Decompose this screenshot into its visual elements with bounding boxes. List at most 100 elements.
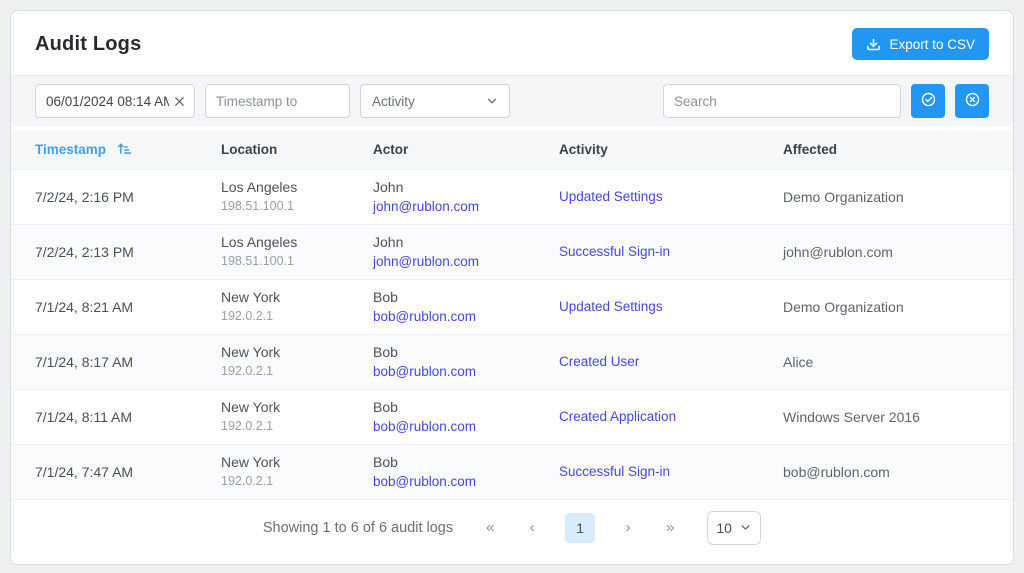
filter-bar: Activity bbox=[11, 75, 1013, 126]
timestamp-cell: 7/2/24, 2:16 PM bbox=[11, 169, 221, 224]
timestamp-cell: 7/1/24, 8:17 AM bbox=[11, 334, 221, 389]
page-title: Audit Logs bbox=[35, 33, 141, 56]
affected-cell: Alice bbox=[783, 334, 1013, 389]
export-csv-label: Export to CSV bbox=[889, 37, 975, 52]
activity-cell: Created User bbox=[559, 334, 783, 389]
check-circle-icon bbox=[920, 91, 937, 111]
timestamp-cell: 7/1/24, 8:11 AM bbox=[11, 389, 221, 444]
timestamp-from-input[interactable] bbox=[46, 94, 169, 109]
column-header-activity: Activity bbox=[559, 131, 783, 169]
activity-cell: Updated Settings bbox=[559, 279, 783, 334]
next-page-button[interactable]: › bbox=[619, 519, 637, 536]
activity-cell: Successful Sign-in bbox=[559, 444, 783, 499]
activity-select-value: Activity bbox=[372, 94, 415, 109]
affected-cell: Demo Organization bbox=[783, 169, 1013, 224]
actor-name: John bbox=[373, 234, 559, 251]
pagination-footer: Showing 1 to 6 of 6 audit logs « ‹ 1 › »… bbox=[11, 500, 1013, 565]
prev-page-button[interactable]: ‹ bbox=[523, 519, 541, 536]
affected-cell: Demo Organization bbox=[783, 279, 1013, 334]
apply-filters-button[interactable] bbox=[911, 84, 945, 118]
table-body: 7/2/24, 2:16 PM Los Angeles 198.51.100.1… bbox=[11, 169, 1013, 499]
location-city: New York bbox=[221, 399, 373, 416]
clear-filters-button[interactable] bbox=[955, 84, 989, 118]
timestamp-cell: 7/1/24, 8:21 AM bbox=[11, 279, 221, 334]
actor-name: Bob bbox=[373, 399, 559, 416]
location-ip: 198.51.100.1 bbox=[221, 254, 373, 269]
activity-cell: Successful Sign-in bbox=[559, 224, 783, 279]
search-input[interactable] bbox=[663, 84, 901, 118]
actor-email-link[interactable]: bob@rublon.com bbox=[373, 474, 476, 489]
actor-cell: John john@rublon.com bbox=[373, 224, 559, 279]
activity-select[interactable]: Activity bbox=[360, 84, 510, 118]
location-cell: New York 192.0.2.1 bbox=[221, 389, 373, 444]
actor-cell: Bob bob@rublon.com bbox=[373, 389, 559, 444]
page-size-value: 10 bbox=[716, 520, 732, 536]
column-header-timestamp[interactable]: Timestamp bbox=[11, 131, 221, 169]
actor-name: Bob bbox=[373, 289, 559, 306]
pagination-summary: Showing 1 to 6 of 6 audit logs bbox=[263, 520, 453, 536]
location-ip: 192.0.2.1 bbox=[221, 419, 373, 434]
activity-link[interactable]: Updated Settings bbox=[559, 299, 663, 314]
activity-cell: Created Application bbox=[559, 389, 783, 444]
actor-name: Bob bbox=[373, 344, 559, 361]
location-cell: Los Angeles 198.51.100.1 bbox=[221, 169, 373, 224]
table-row: 7/2/24, 2:13 PM Los Angeles 198.51.100.1… bbox=[11, 224, 1013, 279]
column-header-actor: Actor bbox=[373, 131, 559, 169]
activity-link[interactable]: Successful Sign-in bbox=[559, 244, 670, 259]
location-cell: New York 192.0.2.1 bbox=[221, 334, 373, 389]
table-row: 7/1/24, 8:17 AM New York 192.0.2.1 Bob b… bbox=[11, 334, 1013, 389]
actor-email-link[interactable]: john@rublon.com bbox=[373, 199, 479, 214]
actor-cell: Bob bob@rublon.com bbox=[373, 334, 559, 389]
table-header-row: Timestamp Location Actor Activity Affect… bbox=[11, 131, 1013, 169]
current-page-button[interactable]: 1 bbox=[565, 513, 595, 543]
first-page-button[interactable]: « bbox=[481, 519, 499, 536]
x-circle-icon bbox=[964, 91, 981, 111]
activity-link[interactable]: Updated Settings bbox=[559, 189, 663, 204]
timestamp-from-field bbox=[35, 84, 195, 118]
last-page-button[interactable]: » bbox=[661, 519, 679, 536]
chevron-down-icon bbox=[485, 94, 499, 108]
actor-name: John bbox=[373, 179, 559, 196]
location-city: New York bbox=[221, 454, 373, 471]
location-ip: 192.0.2.1 bbox=[221, 364, 373, 379]
affected-cell: Windows Server 2016 bbox=[783, 389, 1013, 444]
location-cell: Los Angeles 198.51.100.1 bbox=[221, 224, 373, 279]
timestamp-cell: 7/2/24, 2:13 PM bbox=[11, 224, 221, 279]
actor-email-link[interactable]: john@rublon.com bbox=[373, 254, 479, 269]
location-cell: New York 192.0.2.1 bbox=[221, 444, 373, 499]
affected-cell: bob@rublon.com bbox=[783, 444, 1013, 499]
timestamp-header-label: Timestamp bbox=[35, 142, 106, 157]
table-row: 7/1/24, 7:47 AM New York 192.0.2.1 Bob b… bbox=[11, 444, 1013, 499]
location-city: Los Angeles bbox=[221, 179, 373, 196]
location-city: New York bbox=[221, 289, 373, 306]
column-header-affected: Affected bbox=[783, 131, 1013, 169]
location-ip: 192.0.2.1 bbox=[221, 309, 373, 324]
column-header-location: Location bbox=[221, 131, 373, 169]
sort-ascending-icon bbox=[117, 144, 132, 159]
x-icon[interactable] bbox=[169, 95, 186, 108]
activity-link[interactable]: Created User bbox=[559, 354, 639, 369]
activity-cell: Updated Settings bbox=[559, 169, 783, 224]
download-icon bbox=[866, 37, 881, 52]
actor-email-link[interactable]: bob@rublon.com bbox=[373, 364, 476, 379]
page-size-select[interactable]: 10 bbox=[707, 511, 761, 545]
affected-cell: john@rublon.com bbox=[783, 224, 1013, 279]
chevron-down-icon bbox=[739, 521, 752, 534]
actor-cell: John john@rublon.com bbox=[373, 169, 559, 224]
actor-name: Bob bbox=[373, 454, 559, 471]
table-row: 7/1/24, 8:21 AM New York 192.0.2.1 Bob b… bbox=[11, 279, 1013, 334]
activity-link[interactable]: Created Application bbox=[559, 409, 676, 424]
actor-email-link[interactable]: bob@rublon.com bbox=[373, 309, 476, 324]
export-csv-button[interactable]: Export to CSV bbox=[852, 28, 989, 60]
activity-link[interactable]: Successful Sign-in bbox=[559, 464, 670, 479]
pager: « ‹ 1 › » bbox=[481, 513, 679, 543]
location-cell: New York 192.0.2.1 bbox=[221, 279, 373, 334]
actor-email-link[interactable]: bob@rublon.com bbox=[373, 419, 476, 434]
location-city: New York bbox=[221, 344, 373, 361]
location-ip: 198.51.100.1 bbox=[221, 199, 373, 214]
table-row: 7/2/24, 2:16 PM Los Angeles 198.51.100.1… bbox=[11, 169, 1013, 224]
actor-cell: Bob bob@rublon.com bbox=[373, 444, 559, 499]
table-row: 7/1/24, 8:11 AM New York 192.0.2.1 Bob b… bbox=[11, 389, 1013, 444]
timestamp-to-input[interactable] bbox=[205, 84, 350, 118]
location-ip: 192.0.2.1 bbox=[221, 474, 373, 489]
